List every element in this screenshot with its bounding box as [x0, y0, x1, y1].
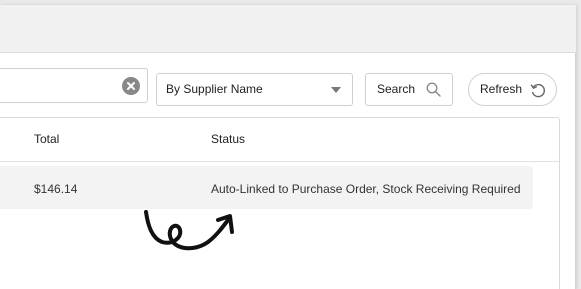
search-button[interactable]: Search [365, 73, 453, 106]
column-header-status[interactable]: Status [211, 132, 245, 146]
refresh-button[interactable]: Refresh [468, 73, 557, 106]
supplier-filter-select[interactable]: By Supplier Name [156, 73, 353, 106]
handwritten-arrow-annotation [144, 210, 234, 251]
cell-total: $146.14 [34, 182, 78, 196]
table-header: Total Status [0, 118, 559, 162]
refresh-button-label: Refresh [480, 82, 523, 96]
search-icon [426, 82, 441, 97]
column-header-total[interactable]: Total [34, 132, 59, 146]
refresh-icon [530, 83, 546, 98]
chevron-down-icon [331, 87, 341, 93]
supplier-filter-value: By Supplier Name [166, 82, 263, 96]
table-row[interactable]: $146.14 Auto-Linked to Purchase Order, S… [0, 166, 533, 209]
results-table: Total Status $146.14 Auto-Linked to Purc… [0, 117, 560, 289]
cell-status: Auto-Linked to Purchase Order, Stock Rec… [211, 182, 521, 196]
clear-circle-icon[interactable] [122, 77, 140, 95]
title-bar [0, 5, 576, 53]
search-button-label: Search [377, 82, 416, 96]
app-window: By Supplier Name Search Refresh Total St… [0, 5, 576, 289]
search-input[interactable] [0, 68, 148, 103]
